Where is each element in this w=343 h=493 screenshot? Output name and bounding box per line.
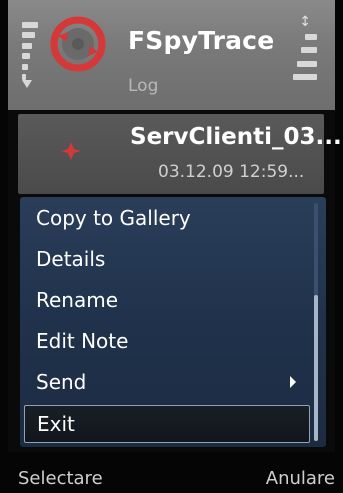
menu-item-details[interactable]: Details [24, 241, 308, 277]
log-file-item[interactable]: ServClienti_03... 03.12.09 12:59... [18, 114, 342, 194]
menu-item-label: Send [36, 370, 87, 394]
battery-plug-icon: ↕ [299, 14, 311, 30]
options-menu: Copy to Gallery Details Rename Edit Note… [20, 197, 326, 447]
menu-item-label: Rename [36, 288, 119, 312]
battery-level-icon [293, 34, 317, 80]
scrollbar-thumb[interactable] [314, 295, 318, 441]
submenu-arrow-icon [290, 376, 296, 388]
left-bezel [0, 0, 8, 493]
red-marker-icon [61, 142, 81, 160]
app-title: FSpyTrace [128, 26, 275, 55]
signal-antenna-icon [22, 80, 32, 88]
file-name: ServClienti_03... [130, 124, 342, 150]
menu-item-exit[interactable]: Exit [24, 405, 310, 443]
menu-item-send[interactable]: Send [24, 364, 308, 400]
file-date: 03.12.09 12:59... [158, 162, 305, 182]
fspytrace-app-icon [50, 16, 106, 72]
menu-scrollbar[interactable] [314, 203, 318, 441]
menu-item-label: Details [36, 247, 106, 271]
view-name: Log [128, 76, 159, 96]
menu-item-label: Copy to Gallery [36, 206, 191, 230]
softkey-bar: Selectare Anulare [0, 452, 343, 493]
right-bezel [335, 0, 343, 493]
left-softkey[interactable]: Selectare [18, 468, 103, 489]
signal-strength-icon [22, 22, 38, 80]
menu-item-rename[interactable]: Rename [24, 282, 308, 318]
menu-item-edit-note[interactable]: Edit Note [24, 323, 308, 359]
menu-item-label: Edit Note [36, 329, 129, 353]
right-softkey[interactable]: Anulare [266, 468, 335, 489]
menu-item-copy-to-gallery[interactable]: Copy to Gallery [24, 200, 308, 236]
menu-item-label: Exit [37, 412, 75, 436]
app-header: FSpyTrace Log ↕ [8, 0, 335, 110]
phone-screen: FSpyTrace Log ↕ ServClienti_03... 03.12.… [0, 0, 343, 493]
